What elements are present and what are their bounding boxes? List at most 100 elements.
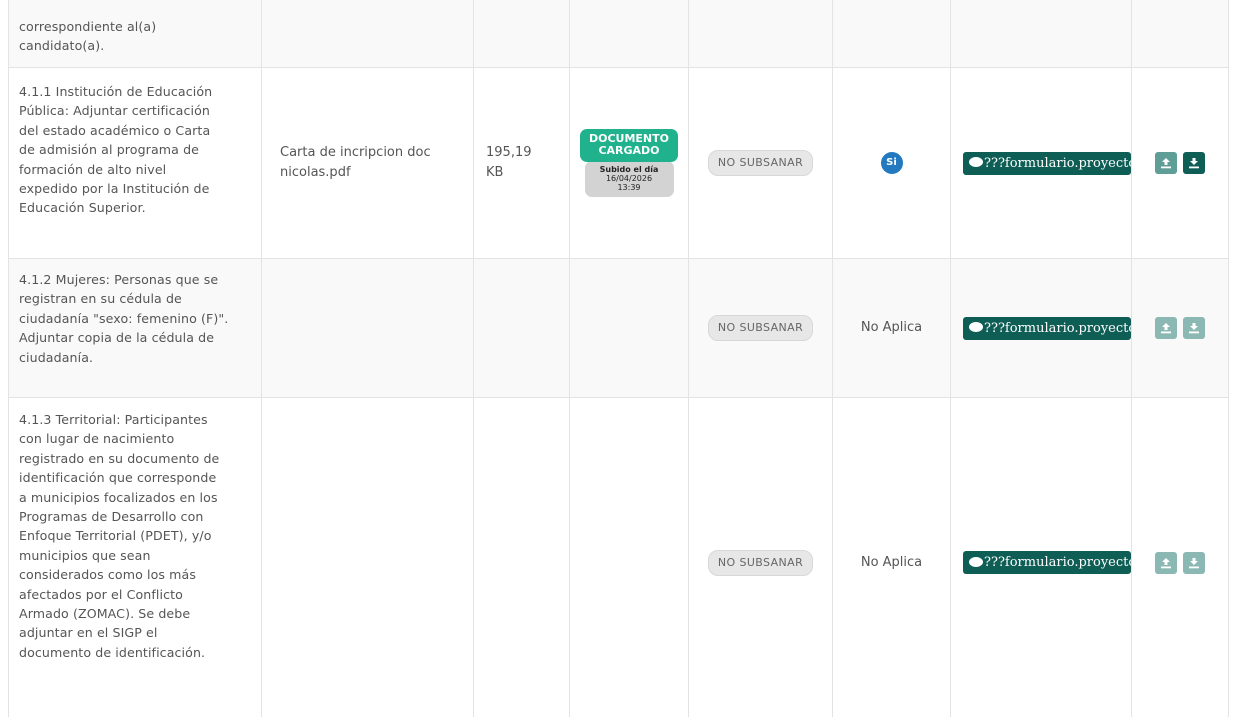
upload-date-badge: Subido el día 16/04/2026 13:39 xyxy=(584,161,674,197)
actions-cell xyxy=(1131,258,1229,398)
requirement-description: 4.1.2 Mujeres: Personas que se registran… xyxy=(8,258,262,398)
desc-line: Adjuntar copia de la cédula de xyxy=(19,330,215,346)
actions-cell xyxy=(1131,0,1229,68)
file-name: nicolas.pdf xyxy=(280,165,351,180)
form-button[interactable]: ???formulario.proyecto xyxy=(963,151,1131,175)
document-status-badge: DOCUMENTO CARGADO xyxy=(580,129,678,162)
desc-line: del estado académico o Carta xyxy=(19,122,211,138)
desc-line: 4.1.1 Institución de Educación xyxy=(19,84,213,99)
file-name-cell: Carta de incripcion doc nicolas.pdf xyxy=(261,67,474,259)
file-size-cell xyxy=(473,258,570,398)
subsanar-cell xyxy=(688,0,833,68)
desc-line: registrado en su documento de xyxy=(19,450,220,466)
upload-button[interactable] xyxy=(1155,551,1177,574)
actions-cell xyxy=(1131,67,1229,259)
form-button[interactable]: ???formulario.proyecto xyxy=(963,551,1131,574)
desc-line: con lugar de nacimiento xyxy=(19,431,175,447)
form-button-label: ???formulario.proyecto xyxy=(984,555,1131,570)
desc-line: expedido por la Institución de xyxy=(19,181,210,197)
desc-line: ciudadanía "sexo: femenino (F)". xyxy=(19,310,229,326)
desc-line: afectados por el Conflicto xyxy=(19,586,183,602)
form-cell: ???formulario.proyecto xyxy=(950,397,1132,717)
desc-line: registran en su cédula de xyxy=(19,291,182,307)
desc-line: 4.1.3 Territorial: Participantes xyxy=(19,412,208,427)
desc-line: 4.1.2 Mujeres: Personas que se xyxy=(19,272,219,287)
download-icon xyxy=(1189,158,1199,169)
file-name-cell xyxy=(261,397,474,717)
desc-line: Educación Superior. xyxy=(19,200,146,216)
form-cell xyxy=(950,0,1132,68)
verify-status: No Aplica xyxy=(860,554,923,570)
subsanar-badge: NO SUBSANAR xyxy=(707,315,814,341)
form-button-label: ???formulario.proyecto xyxy=(984,320,1131,336)
verify-cell: No Aplica xyxy=(832,397,951,717)
file-size-cell: 195,19 KB xyxy=(473,67,570,259)
verify-status: No Aplica xyxy=(860,320,923,335)
verify-cell xyxy=(832,0,951,68)
comment-icon xyxy=(969,322,983,332)
file-size-unit: KB xyxy=(486,165,504,180)
file-size-cell xyxy=(473,0,570,68)
form-cell: ???formulario.proyecto xyxy=(950,67,1132,259)
subsanar-cell: NO SUBSANAR xyxy=(688,258,833,398)
desc-line: Armado (ZOMAC). Se debe xyxy=(19,606,191,622)
requirement-description: 4.1.3 Territorial: Participantes con lug… xyxy=(8,397,262,717)
form-button[interactable]: ???formulario.proyecto xyxy=(963,316,1131,340)
desc-line: adjuntar en el SIGP el xyxy=(19,625,158,641)
upload-icon xyxy=(1161,557,1171,568)
desc-line: Programas de Desarrollo con xyxy=(19,509,204,525)
table-row: 4.1.2 Mujeres: Personas que se registran… xyxy=(8,258,1229,398)
download-button[interactable] xyxy=(1183,317,1205,339)
desc-line: ciudadanía. xyxy=(19,349,94,365)
download-button[interactable] xyxy=(1183,152,1205,174)
status-cell xyxy=(569,258,689,398)
upload-button[interactable] xyxy=(1155,317,1177,339)
download-icon xyxy=(1189,557,1199,568)
requirements-table: correspondiente al(a) candidato(a). 4.1.… xyxy=(8,0,1229,717)
desc-line: formación de alto nivel xyxy=(19,161,167,177)
subsanar-cell: NO SUBSANAR xyxy=(688,397,833,717)
table-row: 4.1.3 Territorial: Participantes con lug… xyxy=(8,397,1229,717)
desc-line: Enfoque Territorial (PDET), y/o xyxy=(19,528,212,544)
table-row: correspondiente al(a) candidato(a). xyxy=(8,0,1229,68)
file-size: 195,19 xyxy=(486,145,532,160)
file-name: Carta de incripcion doc xyxy=(280,145,431,160)
desc-line: identificación que corresponde xyxy=(19,470,217,486)
file-name-cell xyxy=(261,0,474,68)
file-size-cell xyxy=(473,397,570,717)
desc-line: correspondiente al(a) xyxy=(19,19,157,34)
comment-icon xyxy=(969,157,983,167)
desc-line: de admisión al programa de xyxy=(19,142,200,158)
download-icon xyxy=(1189,323,1199,334)
requirements-table-viewport: correspondiente al(a) candidato(a). 4.1.… xyxy=(0,0,1235,717)
desc-line: Pública: Adjuntar certificación xyxy=(19,103,210,119)
upload-icon xyxy=(1161,323,1171,334)
form-cell: ???formulario.proyecto xyxy=(950,258,1132,398)
status-cell xyxy=(569,0,689,68)
upload-button[interactable] xyxy=(1155,152,1177,174)
table-row: 4.1.1 Institución de Educación Pública: … xyxy=(8,67,1229,259)
requirement-description: 4.1.1 Institución de Educación Pública: … xyxy=(8,67,262,259)
desc-line: documento de identificación. xyxy=(19,644,206,660)
verify-cell: No Aplica xyxy=(832,258,951,398)
status-cell: DOCUMENTO CARGADO Subido el día 16/04/20… xyxy=(569,67,689,259)
desc-line: a municipios focalizados en los xyxy=(19,489,218,505)
download-button[interactable] xyxy=(1183,551,1205,574)
desc-line: candidato(a). xyxy=(19,38,105,54)
upload-label: Subido el día xyxy=(599,165,659,174)
form-button-label: ???formulario.proyecto xyxy=(984,155,1131,171)
desc-line: considerados como los más xyxy=(19,567,196,583)
comment-icon xyxy=(969,556,983,567)
subsanar-cell: NO SUBSANAR xyxy=(688,67,833,259)
subsanar-badge: NO SUBSANAR xyxy=(707,549,814,576)
verified-yes-badge: Si xyxy=(880,152,903,174)
upload-time: 13:39 xyxy=(617,183,641,192)
requirement-description: correspondiente al(a) candidato(a). xyxy=(8,0,262,68)
upload-icon xyxy=(1161,158,1171,169)
file-name-cell xyxy=(261,258,474,398)
desc-line: municipios que sean xyxy=(19,547,151,563)
subsanar-badge: NO SUBSANAR xyxy=(707,150,814,176)
status-cell xyxy=(569,397,689,717)
verify-cell: Si xyxy=(832,67,951,259)
upload-date: 16/04/2026 xyxy=(605,174,653,183)
